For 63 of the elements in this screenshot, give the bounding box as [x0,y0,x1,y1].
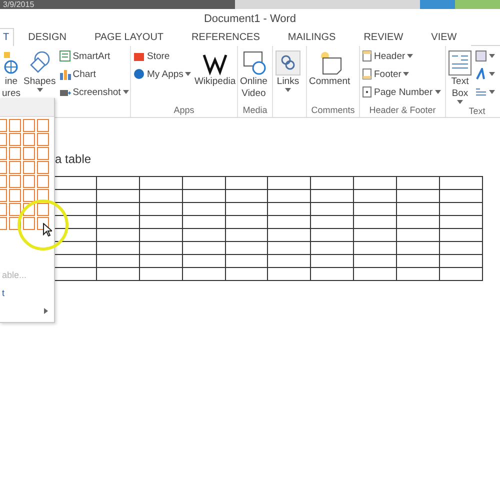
page-number-icon [362,86,372,98]
bar-chart-icon [58,68,71,80]
grid-cell[interactable] [9,133,21,146]
submenu-arrow-icon[interactable] [44,308,48,314]
ribbon-button[interactable]: Wikipedia [194,48,236,90]
document-text: a table [54,152,92,168]
grid-cell[interactable] [23,217,35,230]
ribbon-button[interactable]: Comment [309,48,350,90]
group-label: Header & Footer [369,105,436,115]
globe-picture-icon [4,50,18,76]
grid-cell[interactable] [23,119,35,132]
ribbon-button[interactable] [475,48,495,64]
grid-cell[interactable] [37,119,49,132]
grid-cell[interactable] [23,147,35,160]
title-strip [420,0,455,9]
ribbon-button[interactable]: Screenshot [58,84,129,100]
group-label: Media [242,105,268,115]
group-label: Text [468,106,486,116]
ribbon-button[interactable]: Links [275,48,301,94]
picture-icon [475,50,487,62]
ribbon-button[interactable]: Header [362,48,414,64]
drop-cap-icon [475,86,487,98]
text-box-icon [448,50,472,76]
grid-cell[interactable] [37,175,49,188]
grid-cell[interactable] [23,175,35,188]
highlight-ring [16,198,70,252]
grid-cell[interactable] [37,203,49,216]
grid-cell[interactable] [9,119,21,132]
link-icon [275,50,301,76]
page-icon [362,50,372,62]
menu-item[interactable]: t [0,284,54,302]
group-label: Comments [311,105,355,115]
grid-cell[interactable] [37,161,49,174]
ribbon-tab[interactable]: T [0,28,14,46]
ribbon-button[interactable]: Shapes [23,48,56,94]
grid-cell[interactable] [23,161,35,174]
ribbon-button[interactable] [475,66,495,82]
ribbon-button[interactable]: ine ures [2,48,20,102]
grid-cell[interactable] [9,147,21,160]
ribbon-button[interactable]: Footer [362,66,410,82]
grid-cell[interactable] [9,189,21,202]
date-text: 3/9/2015 [2,1,34,9]
ribbon-button[interactable]: Online Video [240,48,268,102]
group-label: Apps [174,105,194,115]
grid-cell[interactable] [23,189,35,202]
ribbon-button[interactable]: Chart [58,66,96,82]
ribbon-button[interactable]: Page Number [362,84,441,100]
page-icon [362,68,372,80]
ribbon-button[interactable]: SmartArt [58,48,110,64]
grid-cell[interactable] [9,161,21,174]
wordart-icon [475,68,487,80]
tray-strip [455,0,500,9]
grid-cell[interactable] [9,203,21,216]
grid-cell[interactable] [37,133,49,146]
ribbon-button[interactable]: Text Box [448,48,472,106]
ribbon-button[interactable]: My Apps [133,66,192,82]
window-title: Document1 - Word [204,12,296,24]
grid-cell[interactable] [9,175,21,188]
grid-cell[interactable] [23,133,35,146]
smartart-icon [58,50,71,62]
grid-cell[interactable] [37,147,49,160]
ribbon-button[interactable]: Store [133,48,170,64]
film-globe-icon [240,50,267,76]
